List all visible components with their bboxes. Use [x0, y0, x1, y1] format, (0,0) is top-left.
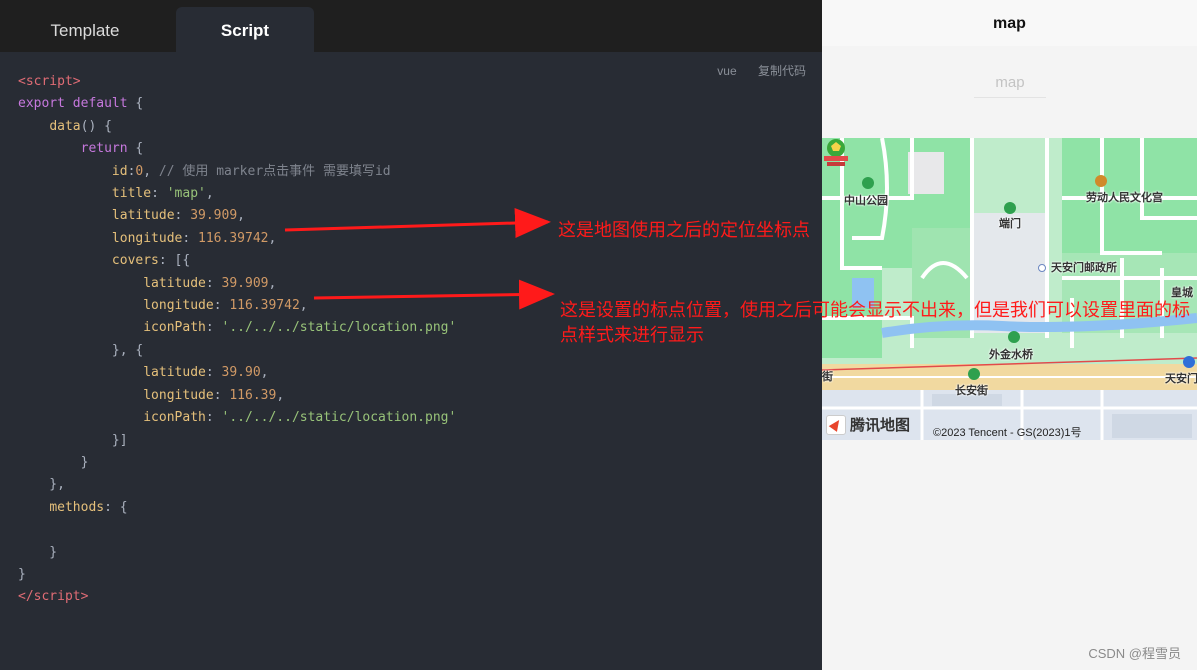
arrow-location	[284, 208, 551, 238]
annotation-marker: 这是设置的标点位置，使用之后可能会显示不出来，但是我们可以设置里面的标点样式来进…	[560, 300, 1190, 346]
annotation-location: 这是地图使用之后的定位坐标点	[558, 220, 810, 241]
arrow-marker	[313, 279, 555, 310]
